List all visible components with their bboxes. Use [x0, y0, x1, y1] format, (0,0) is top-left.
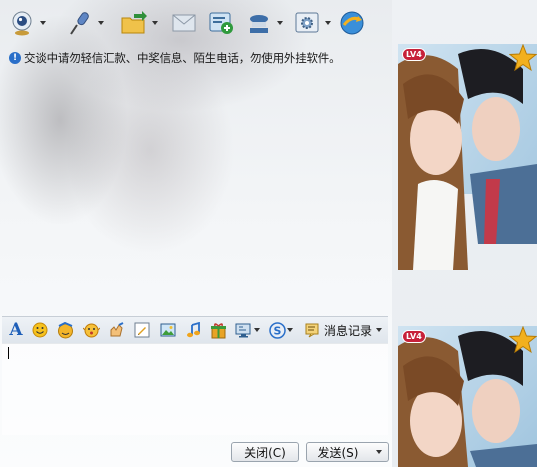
safety-notice-text: 交谈中请勿轻信汇款、中奖信息、陌生电话，勿使用外挂软件。: [24, 51, 341, 65]
chevron-down-icon: [375, 450, 382, 454]
level-badge: LV4: [402, 48, 426, 61]
format-toolbar: A S 消息记录: [2, 316, 388, 344]
music-icon[interactable]: [184, 321, 202, 339]
gift-icon[interactable]: [209, 321, 227, 339]
send-options-button[interactable]: [369, 442, 389, 462]
close-button[interactable]: 关闭(C): [231, 442, 299, 462]
text-caret: [8, 347, 9, 359]
folder-send-icon: [120, 9, 148, 37]
self-avatar-photo[interactable]: LV4: [398, 326, 537, 467]
chevron-down-icon[interactable]: [325, 21, 331, 25]
screenshot-icon[interactable]: [234, 321, 252, 339]
edit-icon[interactable]: [133, 321, 151, 339]
chevron-down-icon[interactable]: [277, 21, 283, 25]
chevron-down-icon[interactable]: [152, 21, 158, 25]
globe-arrow-icon: [338, 9, 366, 37]
chevron-down-icon[interactable]: [287, 328, 293, 332]
video-call-button[interactable]: [8, 8, 46, 38]
send-button[interactable]: 发送(S): [306, 442, 370, 462]
chevron-down-icon[interactable]: [254, 328, 260, 332]
add-app-button[interactable]: [207, 8, 235, 38]
microphone-icon: [66, 9, 94, 37]
send-file-button[interactable]: [120, 8, 158, 38]
message-history-label: 消息记录: [324, 323, 373, 338]
hand-draw-icon[interactable]: [107, 321, 125, 339]
smiley-icon[interactable]: [31, 321, 49, 339]
peer-avatar-photo[interactable]: LV4: [398, 44, 537, 270]
chat-window: ! 交谈中请勿轻信汇款、中奖信息、陌生电话，勿使用外挂软件。 A S 消息记录 …: [0, 0, 537, 467]
message-input[interactable]: [2, 343, 388, 435]
gear-window-icon: [293, 9, 321, 37]
star-badge-icon: [508, 326, 537, 357]
webcam-icon: [8, 9, 36, 37]
info-icon: !: [9, 52, 21, 64]
magic-face-icon[interactable]: [56, 321, 74, 339]
envelope-icon: [170, 9, 198, 37]
chevron-down-icon[interactable]: [40, 21, 46, 25]
shake-icon[interactable]: [82, 321, 100, 339]
send-sms-button[interactable]: [170, 8, 198, 38]
svg-text:S: S: [273, 324, 281, 337]
safety-notice: ! 交谈中请勿轻信汇款、中奖信息、陌生电话，勿使用外挂软件。: [9, 50, 341, 66]
invite-button[interactable]: [245, 8, 283, 38]
history-icon: [305, 323, 319, 338]
chevron-down-icon[interactable]: [98, 21, 104, 25]
currency-icon[interactable]: S: [268, 321, 286, 339]
add-panel-icon: [207, 9, 235, 37]
remote-assist-button[interactable]: [338, 8, 366, 38]
user-invite-icon: [245, 9, 273, 37]
level-badge: LV4: [402, 330, 426, 343]
settings-button[interactable]: [293, 8, 331, 38]
profile-photo: [398, 44, 537, 270]
message-history-button[interactable]: 消息记录: [305, 321, 383, 339]
chevron-down-icon[interactable]: [376, 328, 383, 332]
chat-toolbar: [0, 0, 392, 44]
voice-call-button[interactable]: [66, 8, 104, 38]
image-icon[interactable]: [159, 321, 177, 339]
font-icon[interactable]: A: [7, 320, 25, 340]
star-badge-icon: [508, 44, 537, 75]
